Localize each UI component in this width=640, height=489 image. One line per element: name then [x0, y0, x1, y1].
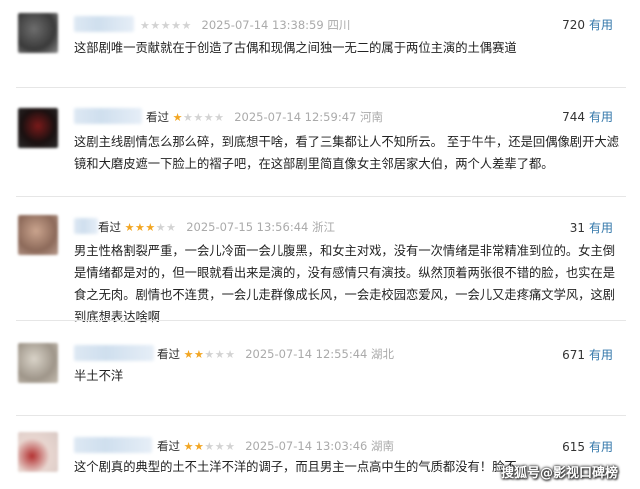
- rating-stars: ★★★★★: [173, 111, 225, 124]
- rated-label: 看过: [146, 110, 169, 124]
- review-meta: 看过 ★★★★★ 2025-07-14 12:55:44 湖北: [157, 346, 394, 362]
- location: 四川: [327, 18, 351, 32]
- useful-button[interactable]: 有用: [589, 221, 613, 235]
- star-filled-icon: ★: [183, 440, 195, 453]
- star-empty-icon: ★: [203, 111, 215, 124]
- rated-label: 看过: [98, 220, 121, 234]
- review-content: 男主性格割裂严重，一会儿冷面一会儿腹黑，和女主对戏，没有一次情绪是非常精准到位的…: [74, 244, 616, 324]
- vote-count: 744: [562, 110, 585, 124]
- timestamp: 2025-07-15 13:56:44: [186, 220, 309, 234]
- location: 河南: [359, 110, 383, 124]
- username[interactable]: [74, 345, 154, 361]
- star-empty-icon: ★: [183, 111, 194, 124]
- avatar[interactable]: [18, 108, 58, 148]
- star-filled-icon: ★: [172, 111, 184, 124]
- vote-count: 720: [562, 18, 585, 32]
- username[interactable]: [74, 437, 152, 453]
- rating-stars: ★★★★★: [140, 19, 192, 32]
- vote-count: 31: [569, 221, 585, 235]
- timestamp: 2025-07-14 13:03:46: [245, 439, 368, 453]
- star-empty-icon: ★: [155, 221, 167, 234]
- star-filled-icon: ★: [124, 221, 136, 234]
- vote-area: 31 有用: [570, 219, 613, 236]
- review-content: 这部剧唯一贡献就在于创造了古偶和现偶之间独一无二的属于两位主演的土偶赛道: [74, 41, 517, 55]
- watermark: 搜狐号@影视口碑榜: [500, 466, 618, 481]
- star-empty-icon: ★: [171, 19, 182, 32]
- vote-area: 671 有用: [562, 346, 613, 363]
- username[interactable]: [74, 108, 142, 124]
- rating-stars: ★★★★★: [184, 440, 236, 453]
- vote-area: 615 有用: [562, 438, 613, 455]
- useful-button[interactable]: 有用: [589, 440, 613, 454]
- vote-area: 720 有用: [562, 16, 613, 33]
- star-empty-icon: ★: [214, 111, 225, 124]
- rating-stars: ★★★★★: [125, 221, 177, 234]
- star-filled-icon: ★: [183, 348, 195, 361]
- username[interactable]: [74, 16, 134, 32]
- vote-count: 671: [562, 348, 585, 362]
- timestamp: 2025-07-14 13:38:59: [201, 18, 324, 32]
- vote-count: 615: [562, 440, 585, 454]
- review-meta: 看过 ★★★★★ 2025-07-15 13:56:44 浙江: [98, 219, 335, 235]
- avatar[interactable]: [18, 13, 58, 53]
- star-empty-icon: ★: [225, 440, 236, 453]
- star-filled-icon: ★: [194, 440, 205, 453]
- review-meta: ★★★★★ 2025-07-14 13:38:59 四川: [140, 17, 350, 33]
- star-empty-icon: ★: [225, 348, 236, 361]
- rating-stars: ★★★★★: [184, 348, 236, 361]
- star-empty-icon: ★: [166, 221, 177, 234]
- star-empty-icon: ★: [204, 440, 215, 453]
- star-empty-icon: ★: [193, 111, 204, 124]
- avatar[interactable]: [18, 432, 58, 472]
- star-filled-icon: ★: [135, 221, 146, 234]
- divider: [16, 87, 626, 88]
- star-empty-icon: ★: [181, 19, 192, 32]
- useful-button[interactable]: 有用: [589, 110, 613, 124]
- star-filled-icon: ★: [145, 221, 156, 234]
- review-meta: 看过 ★★★★★ 2025-07-14 12:59:47 河南: [146, 109, 383, 125]
- location: 浙江: [311, 220, 335, 234]
- avatar[interactable]: [18, 343, 58, 383]
- review-content: 半土不洋: [74, 369, 124, 383]
- timestamp: 2025-07-14 12:55:44: [245, 347, 368, 361]
- divider: [16, 196, 626, 197]
- avatar[interactable]: [18, 215, 58, 255]
- rated-label: 看过: [157, 439, 180, 453]
- divider: [16, 415, 626, 416]
- divider: [16, 320, 626, 321]
- star-filled-icon: ★: [194, 348, 205, 361]
- username[interactable]: [74, 218, 98, 234]
- useful-button[interactable]: 有用: [589, 348, 613, 362]
- useful-button[interactable]: 有用: [589, 18, 613, 32]
- review-meta: 看过 ★★★★★ 2025-07-14 13:03:46 湖南: [157, 438, 394, 454]
- star-empty-icon: ★: [214, 440, 226, 453]
- rated-label: 看过: [157, 347, 180, 361]
- star-empty-icon: ★: [150, 19, 161, 32]
- star-empty-icon: ★: [140, 19, 151, 32]
- review-content: 这剧主线剧情怎么那么碎，到底想干啥，看了三集都让人不知所云。 至于牛牛，还是回偶…: [74, 135, 619, 171]
- location: 湖北: [370, 347, 394, 361]
- vote-area: 744 有用: [562, 108, 613, 125]
- location: 湖南: [370, 439, 394, 453]
- star-empty-icon: ★: [214, 348, 226, 361]
- timestamp: 2025-07-14 12:59:47: [234, 110, 357, 124]
- star-empty-icon: ★: [160, 19, 172, 32]
- star-empty-icon: ★: [204, 348, 215, 361]
